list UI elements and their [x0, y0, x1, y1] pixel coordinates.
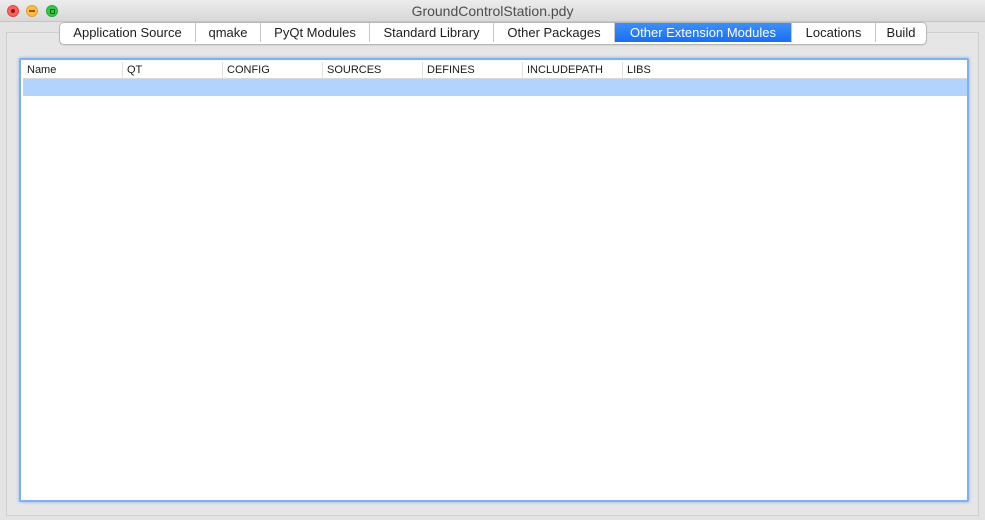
tab-qmake[interactable]: qmake	[196, 23, 261, 42]
extension-modules-table[interactable]: Name QT CONFIG SOURCES DEFINES INCLUDEPA…	[19, 58, 969, 502]
table-row-selected[interactable]	[23, 79, 967, 96]
column-header-libs[interactable]: LIBS	[623, 62, 967, 78]
column-header-config[interactable]: CONFIG	[223, 62, 323, 78]
main-window: GroundControlStation.pdy Application Sou…	[0, 0, 985, 520]
column-header-qt[interactable]: QT	[123, 62, 223, 78]
window-title: GroundControlStation.pdy	[411, 3, 574, 19]
table-header: Name QT CONFIG SOURCES DEFINES INCLUDEPA…	[23, 62, 967, 79]
column-header-sources[interactable]: SOURCES	[323, 62, 423, 78]
tab-other-extension-modules[interactable]: Other Extension Modules	[615, 23, 792, 42]
column-header-includepath[interactable]: INCLUDEPATH	[523, 62, 623, 78]
column-header-name[interactable]: Name	[23, 62, 123, 78]
tab-build[interactable]: Build	[876, 23, 926, 42]
tab-other-packages[interactable]: Other Packages	[494, 23, 615, 42]
tab-application-source[interactable]: Application Source	[60, 23, 196, 42]
tab-pyqt-modules[interactable]: PyQt Modules	[261, 23, 370, 42]
tab-bar: Application Source qmake PyQt Modules St…	[59, 22, 927, 45]
tab-standard-library[interactable]: Standard Library	[370, 23, 494, 42]
tab-locations[interactable]: Locations	[792, 23, 876, 42]
column-header-defines[interactable]: DEFINES	[423, 62, 523, 78]
title-bar: GroundControlStation.pdy	[0, 0, 985, 22]
